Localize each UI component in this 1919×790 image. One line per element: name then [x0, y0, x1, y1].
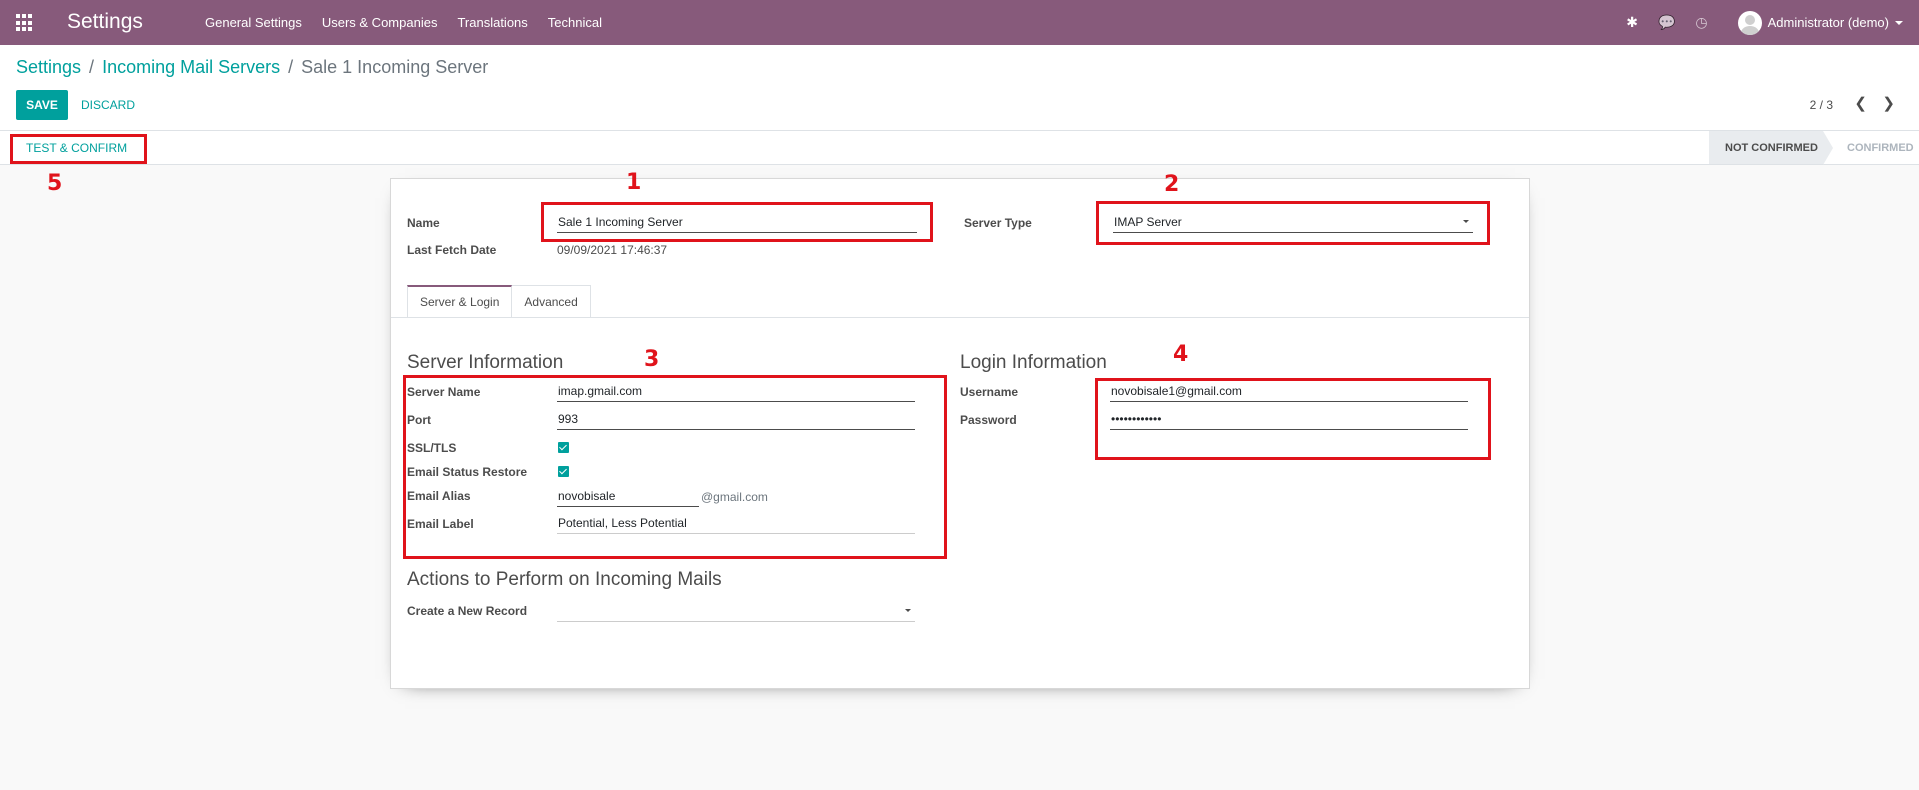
user-name: Administrator (demo) [1767, 15, 1889, 30]
menu-translations[interactable]: Translations [457, 15, 527, 30]
menu-general-settings[interactable]: General Settings [205, 15, 302, 30]
last-fetch-label: Last Fetch Date [407, 243, 497, 257]
stage-not-confirmed: NOT CONFIRMED [1709, 131, 1833, 165]
chevron-down-icon [905, 609, 911, 612]
avatar [1737, 10, 1762, 35]
annotation-number-2: 2 [1164, 172, 1180, 197]
breadcrumb-current: Sale 1 Incoming Server [301, 57, 489, 77]
annotation-number-3: 3 [644, 347, 660, 372]
annotation-box-4 [1095, 378, 1491, 460]
breadcrumb-incoming-mail-servers[interactable]: Incoming Mail Servers [102, 57, 280, 78]
top-navbar: Settings General Settings Users & Compan… [0, 0, 1919, 45]
breadcrumb: Settings / Incoming Mail Servers / Sale … [16, 57, 488, 78]
create-record-label: Create a New Record [407, 604, 528, 618]
chevron-left-icon[interactable]: ❮ [1854, 94, 1867, 112]
create-record-select[interactable] [557, 600, 915, 622]
annotation-number-1: 1 [626, 170, 642, 195]
notebook-tabs: Server & Login Advanced [407, 285, 591, 317]
chevron-right-icon[interactable]: ❯ [1882, 94, 1895, 112]
tab-advanced[interactable]: Advanced [512, 285, 591, 317]
menu-technical[interactable]: Technical [548, 15, 602, 30]
status-bar: TEST & CONFIRM NOT CONFIRMED CONFIRMED [0, 131, 1919, 165]
username-label: Username [960, 385, 1019, 399]
last-fetch-value: 09/09/2021 17:46:37 [557, 243, 668, 257]
bug-icon[interactable]: ✱ [1626, 14, 1638, 31]
annotation-number-4: 4 [1173, 342, 1189, 367]
annotation-number-5: 5 [47, 171, 63, 196]
menu-users-companies[interactable]: Users & Companies [322, 15, 438, 30]
password-label: Password [960, 413, 1017, 427]
server-type-label: Server Type [964, 216, 1032, 230]
save-button[interactable]: SAVE [16, 90, 68, 120]
login-info-title: Login Information [960, 352, 1107, 373]
apps-menu-icon[interactable] [16, 14, 34, 32]
name-label: Name [407, 216, 440, 230]
main-menu: General Settings Users & Companies Trans… [205, 15, 602, 30]
server-info-title: Server Information [407, 352, 564, 373]
clock-icon[interactable]: ◷ [1695, 14, 1707, 31]
annotation-box-2 [1096, 201, 1490, 245]
breadcrumb-settings[interactable]: Settings [16, 57, 81, 78]
pager-value[interactable]: 2 / 3 [1810, 98, 1833, 112]
user-menu[interactable]: Administrator (demo) [1737, 10, 1903, 35]
tab-server-login[interactable]: Server & Login [407, 285, 513, 317]
chat-icon[interactable]: 💬 [1658, 14, 1675, 31]
annotation-box-5 [10, 134, 147, 164]
annotation-box-3 [403, 375, 947, 559]
breadcrumb-separator: / [89, 57, 95, 77]
actions-title: Actions to Perform on Incoming Mails [407, 569, 722, 590]
control-panel: Settings / Incoming Mail Servers / Sale … [0, 45, 1919, 131]
systray: ✱ 💬 ◷ Administrator (demo) [1626, 0, 1919, 45]
annotation-box-1 [541, 202, 933, 242]
breadcrumb-separator: / [288, 57, 294, 77]
tab-divider [391, 317, 1529, 318]
app-title[interactable]: Settings [67, 10, 143, 34]
discard-button[interactable]: DISCARD [81, 98, 135, 112]
stage-confirmed: CONFIRMED [1847, 141, 1914, 154]
chevron-down-icon [1895, 20, 1903, 25]
